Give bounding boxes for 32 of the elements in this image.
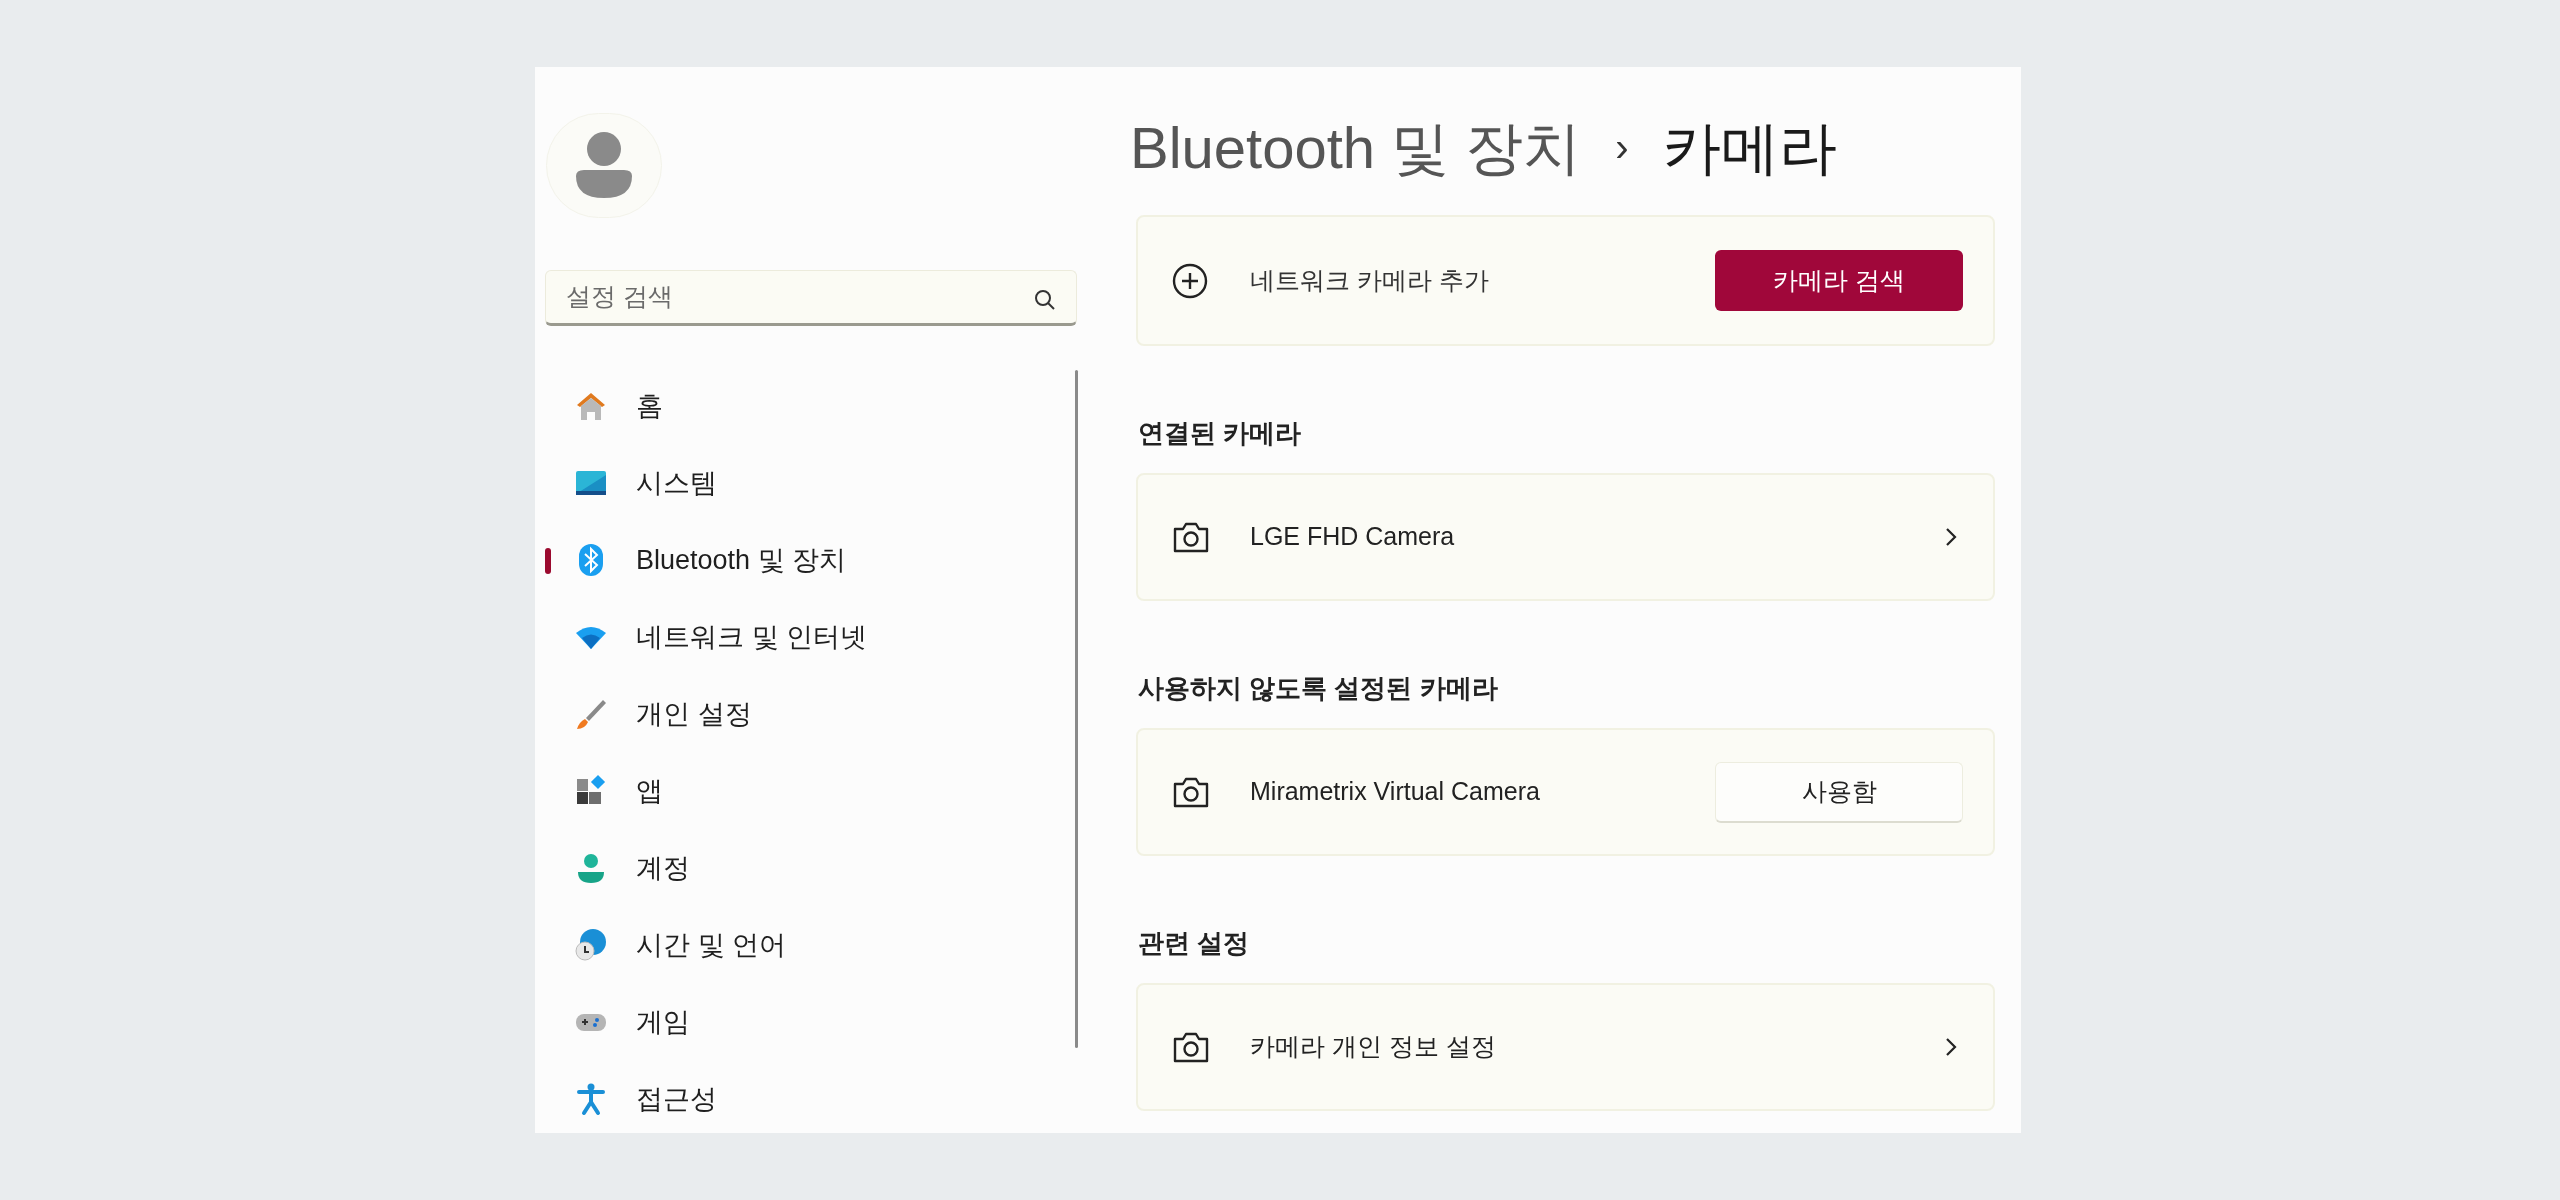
breadcrumb-parent[interactable]: Bluetooth 및 장치	[1130, 103, 1582, 191]
search-icon	[1033, 288, 1057, 312]
nav-item[interactable]: 홈	[545, 372, 1075, 440]
section-heading: 연결된 카메라	[1138, 417, 1303, 450]
selection-indicator	[545, 548, 551, 574]
nav-item[interactable]: 앱	[545, 757, 1075, 825]
page-title: 카메라	[1662, 113, 1837, 182]
card-label: 카메라 개인 정보 설정	[1250, 1031, 1497, 1063]
add-icon	[1172, 262, 1208, 299]
section-heading: 사용하지 않도록 설정된 카메라	[1138, 672, 1499, 705]
nav-item[interactable]: 게임	[545, 988, 1075, 1056]
camera-icon	[1172, 1030, 1210, 1064]
enable-button[interactable]: 사용함	[1715, 761, 1963, 823]
card-label: 네트워크 카메라 추가	[1250, 264, 1490, 296]
breadcrumb-separator: ›	[1615, 124, 1629, 171]
nav-item[interactable]: 계정	[545, 834, 1075, 902]
nav-item[interactable]: 개인 설정	[545, 680, 1075, 748]
nav-item[interactable]: 네트워크 및 인터넷	[545, 603, 1075, 671]
settings-card[interactable]: 카메라 개인 정보 설정	[1136, 983, 1995, 1111]
nav-item[interactable]: 접근성	[545, 1065, 1075, 1133]
section-heading: 관련 설정	[1138, 927, 1251, 960]
person-icon	[576, 132, 632, 199]
nav-item[interactable]: 시스템	[545, 449, 1075, 517]
nav-item[interactable]: 시간 및 언어	[545, 911, 1075, 979]
camera-icon	[1172, 775, 1210, 809]
settings-card[interactable]: LGE FHD Camera	[1136, 473, 1995, 601]
globe-clock-icon	[573, 927, 609, 963]
card-label: LGE FHD Camera	[1250, 521, 1456, 553]
camera-icon	[1172, 520, 1210, 554]
search-field[interactable]: 설정 검색	[545, 270, 1077, 326]
card-label: Mirametrix Virtual Camera	[1250, 776, 1541, 808]
search-cameras-button[interactable]: 카메라 검색	[1715, 250, 1963, 311]
